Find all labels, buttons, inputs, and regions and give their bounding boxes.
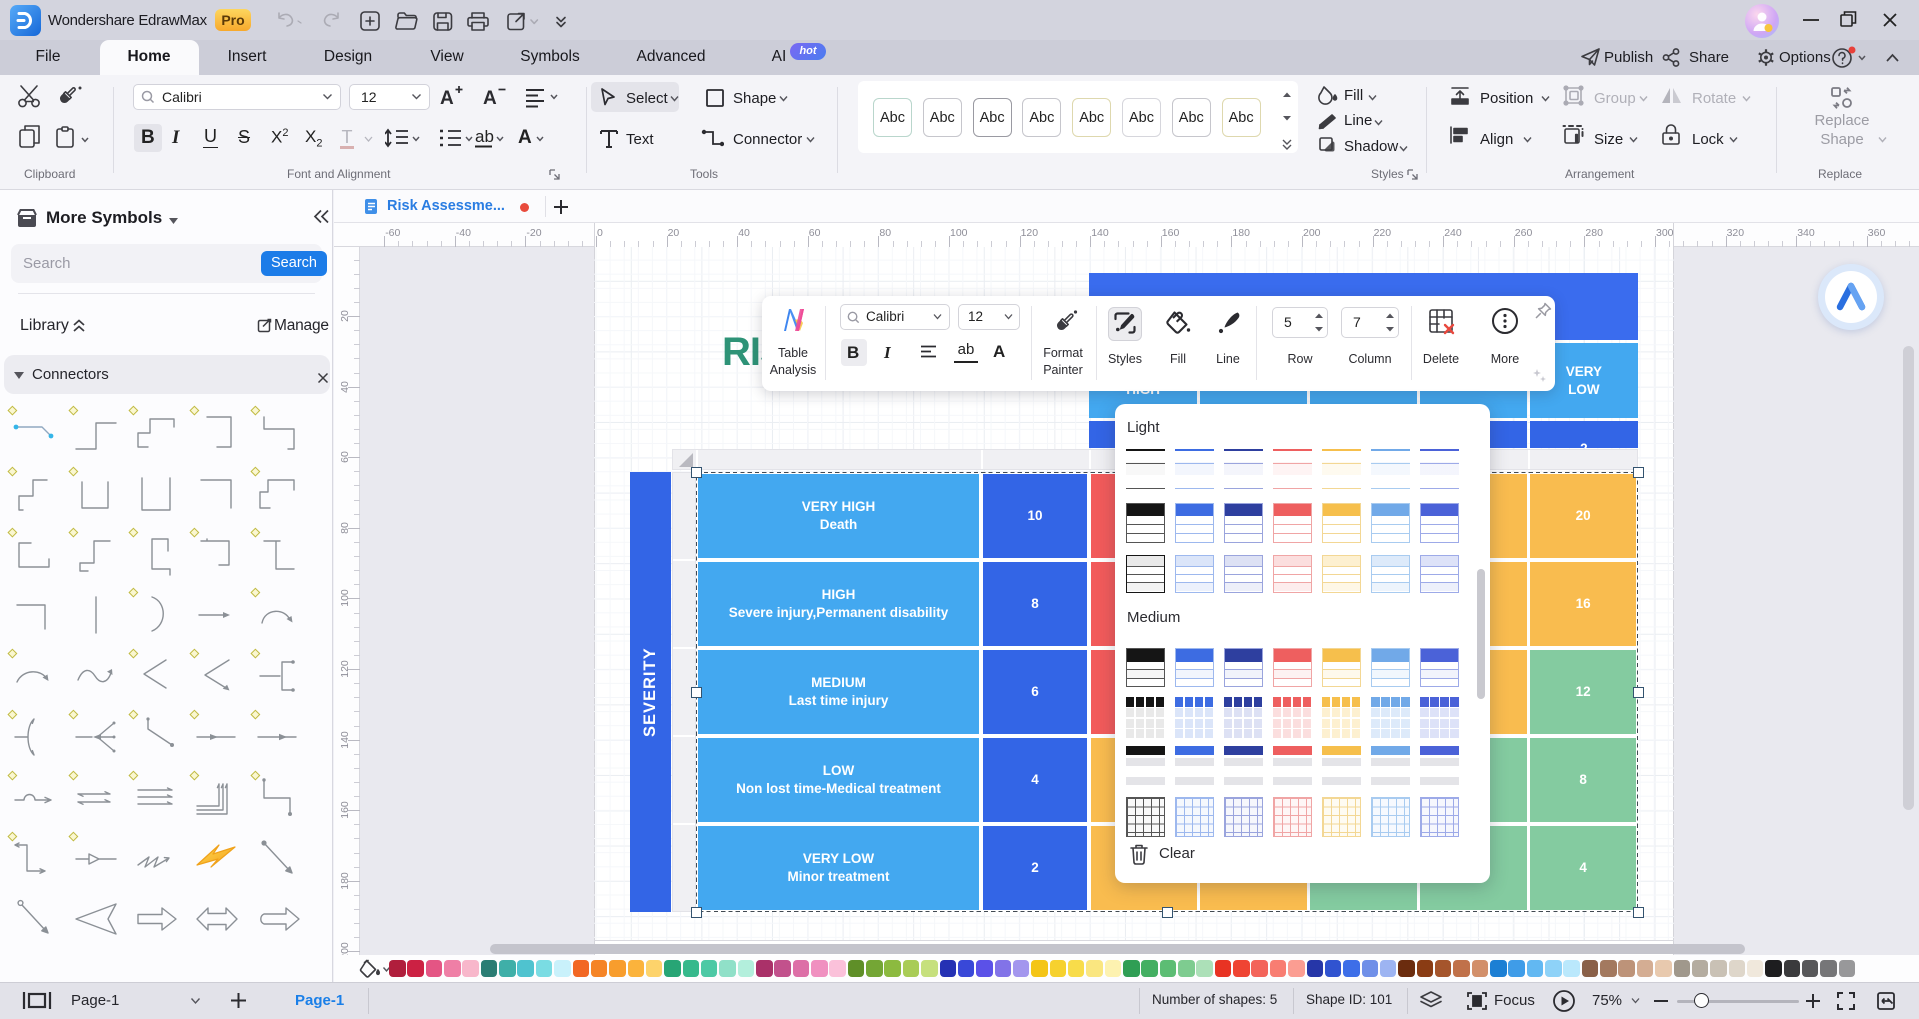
svg-text:I: I — [1575, 133, 1578, 145]
svg-text:A: A — [483, 88, 497, 109]
svg-text:A: A — [440, 88, 454, 109]
svg-text:ab: ab — [475, 127, 494, 146]
svg-text:A: A — [518, 127, 532, 148]
